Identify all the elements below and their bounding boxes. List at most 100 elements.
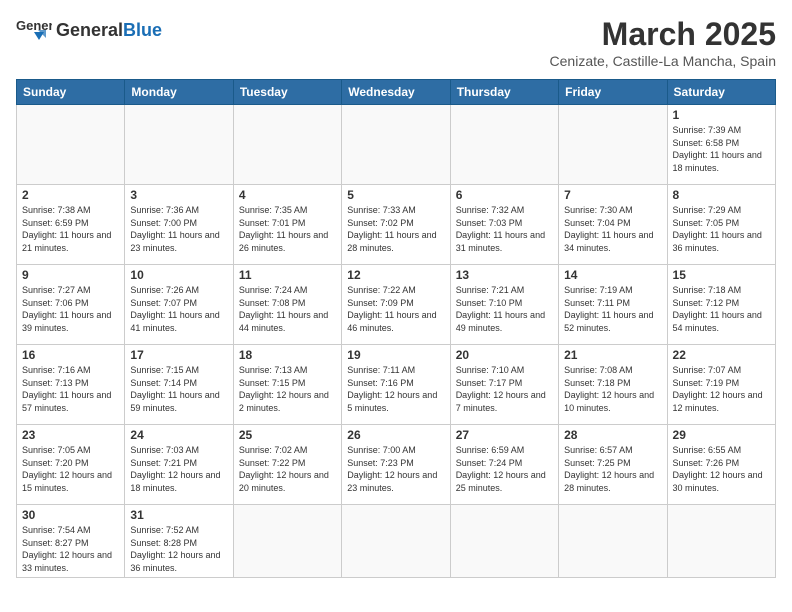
day-number: 6	[456, 188, 553, 202]
day-number: 17	[130, 348, 227, 362]
table-row	[559, 105, 667, 185]
table-row	[233, 505, 341, 578]
day-info: Sunrise: 7:32 AM Sunset: 7:03 PM Dayligh…	[456, 204, 553, 254]
svg-text:General: General	[16, 18, 52, 33]
day-info: Sunrise: 7:19 AM Sunset: 7:11 PM Dayligh…	[564, 284, 661, 334]
table-row	[342, 105, 450, 185]
table-row: 29 Sunrise: 6:55 AM Sunset: 7:26 PM Dayli…	[667, 425, 775, 505]
day-number: 12	[347, 268, 444, 282]
header-wednesday: Wednesday	[342, 80, 450, 105]
day-number: 3	[130, 188, 227, 202]
day-number: 5	[347, 188, 444, 202]
table-row: 26Sunrise: 7:00 AM Sunset: 7:23 PM Dayli…	[342, 425, 450, 505]
day-number: 2	[22, 188, 119, 202]
table-row: 17 Sunrise: 7:15 AM Sunset: 7:14 PM Dayli…	[125, 345, 233, 425]
table-row: 19 Sunrise: 7:11 AM Sunset: 7:16 PM Dayli…	[342, 345, 450, 425]
table-row	[450, 105, 558, 185]
day-info: Sunrise: 7:27 AM Sunset: 7:06 PM Dayligh…	[22, 284, 119, 334]
calendar-header-row: Sunday Monday Tuesday Wednesday Thursday…	[17, 80, 776, 105]
day-info: Sunrise: 7:03 AM Sunset: 7:21 PM Dayligh…	[130, 444, 227, 494]
table-row: 18Sunrise: 7:13 AM Sunset: 7:15 PM Dayli…	[233, 345, 341, 425]
day-info: Sunrise: 7:39 AM Sunset: 6:58 PM Dayligh…	[673, 124, 770, 174]
day-info: Sunrise: 6:59 AM Sunset: 7:24 PM Dayligh…	[456, 444, 553, 494]
table-row: 27Sunrise: 6:59 AM Sunset: 7:24 PM Dayli…	[450, 425, 558, 505]
table-row: 14 Sunrise: 7:19 AM Sunset: 7:11 PM Dayli…	[559, 265, 667, 345]
table-row: 25 Sunrise: 7:02 AM Sunset: 7:22 PM Dayli…	[233, 425, 341, 505]
day-number: 29	[673, 428, 770, 442]
table-row: 16Sunrise: 7:16 AM Sunset: 7:13 PM Dayli…	[17, 345, 125, 425]
table-row: 3 Sunrise: 7:36 AM Sunset: 7:00 PM Daylig…	[125, 185, 233, 265]
day-number: 10	[130, 268, 227, 282]
day-number: 30	[22, 508, 119, 522]
table-row	[233, 105, 341, 185]
day-number: 25	[239, 428, 336, 442]
day-info: Sunrise: 7:38 AM Sunset: 6:59 PM Dayligh…	[22, 204, 119, 254]
table-row: 2 Sunrise: 7:38 AM Sunset: 6:59 PM Daylig…	[17, 185, 125, 265]
day-number: 21	[564, 348, 661, 362]
day-info: Sunrise: 7:10 AM Sunset: 7:17 PM Dayligh…	[456, 364, 553, 414]
day-number: 20	[456, 348, 553, 362]
title-section: March 2025 Cenizate, Castille-La Mancha,…	[550, 16, 776, 69]
day-info: Sunrise: 6:57 AM Sunset: 7:25 PM Dayligh…	[564, 444, 661, 494]
header-thursday: Thursday	[450, 80, 558, 105]
day-info: Sunrise: 7:15 AM Sunset: 7:14 PM Dayligh…	[130, 364, 227, 414]
day-number: 15	[673, 268, 770, 282]
table-row: 9 Sunrise: 7:27 AM Sunset: 7:06 PM Daylig…	[17, 265, 125, 345]
day-info: Sunrise: 7:07 AM Sunset: 7:19 PM Dayligh…	[673, 364, 770, 414]
day-info: Sunrise: 6:55 AM Sunset: 7:26 PM Dayligh…	[673, 444, 770, 494]
table-row: 12 Sunrise: 7:22 AM Sunset: 7:09 PM Dayli…	[342, 265, 450, 345]
day-info: Sunrise: 7:16 AM Sunset: 7:13 PM Dayligh…	[22, 364, 119, 414]
day-info: Sunrise: 7:33 AM Sunset: 7:02 PM Dayligh…	[347, 204, 444, 254]
day-number: 24	[130, 428, 227, 442]
day-info: Sunrise: 7:36 AM Sunset: 7:00 PM Dayligh…	[130, 204, 227, 254]
day-number: 31	[130, 508, 227, 522]
day-info: Sunrise: 7:22 AM Sunset: 7:09 PM Dayligh…	[347, 284, 444, 334]
day-number: 1	[673, 108, 770, 122]
day-number: 7	[564, 188, 661, 202]
day-info: Sunrise: 7:08 AM Sunset: 7:18 PM Dayligh…	[564, 364, 661, 414]
calendar-table: Sunday Monday Tuesday Wednesday Thursday…	[16, 79, 776, 578]
table-row	[667, 505, 775, 578]
day-info: Sunrise: 7:21 AM Sunset: 7:10 PM Dayligh…	[456, 284, 553, 334]
day-info: Sunrise: 7:11 AM Sunset: 7:16 PM Dayligh…	[347, 364, 444, 414]
table-row: 10 Sunrise: 7:26 AM Sunset: 7:07 PM Dayli…	[125, 265, 233, 345]
day-info: Sunrise: 7:05 AM Sunset: 7:20 PM Dayligh…	[22, 444, 119, 494]
table-row: 24 Sunrise: 7:03 AM Sunset: 7:21 PM Dayli…	[125, 425, 233, 505]
day-number: 22	[673, 348, 770, 362]
day-info: Sunrise: 7:30 AM Sunset: 7:04 PM Dayligh…	[564, 204, 661, 254]
day-info: Sunrise: 7:26 AM Sunset: 7:07 PM Dayligh…	[130, 284, 227, 334]
header-monday: Monday	[125, 80, 233, 105]
table-row: 31Sunrise: 7:52 AM Sunset: 8:28 PM Dayli…	[125, 505, 233, 578]
day-number: 11	[239, 268, 336, 282]
day-number: 9	[22, 268, 119, 282]
table-row	[559, 505, 667, 578]
table-row: 21 Sunrise: 7:08 AM Sunset: 7:18 PM Dayli…	[559, 345, 667, 425]
day-number: 8	[673, 188, 770, 202]
day-number: 13	[456, 268, 553, 282]
day-info: Sunrise: 7:54 AM Sunset: 8:27 PM Dayligh…	[22, 524, 119, 574]
table-row	[450, 505, 558, 578]
table-row: 28Sunrise: 6:57 AM Sunset: 7:25 PM Dayli…	[559, 425, 667, 505]
table-row	[342, 505, 450, 578]
logo-text-blue: Blue	[123, 20, 162, 40]
logo-text-general: General	[56, 20, 123, 40]
day-number: 19	[347, 348, 444, 362]
header-saturday: Saturday	[667, 80, 775, 105]
day-info: Sunrise: 7:18 AM Sunset: 7:12 PM Dayligh…	[673, 284, 770, 334]
day-number: 4	[239, 188, 336, 202]
day-info: Sunrise: 7:24 AM Sunset: 7:08 PM Dayligh…	[239, 284, 336, 334]
day-info: Sunrise: 7:00 AM Sunset: 7:23 PM Dayligh…	[347, 444, 444, 494]
table-row: 5 Sunrise: 7:33 AM Sunset: 7:02 PM Daylig…	[342, 185, 450, 265]
table-row: 22 Sunrise: 7:07 AM Sunset: 7:19 PM Dayli…	[667, 345, 775, 425]
generalblue-logo-icon: General	[16, 16, 52, 44]
day-info: Sunrise: 7:02 AM Sunset: 7:22 PM Dayligh…	[239, 444, 336, 494]
table-row	[125, 105, 233, 185]
header-friday: Friday	[559, 80, 667, 105]
location-subtitle: Cenizate, Castille-La Mancha, Spain	[550, 53, 776, 69]
table-row: 15 Sunrise: 7:18 AM Sunset: 7:12 PM Dayli…	[667, 265, 775, 345]
table-row: 7 Sunrise: 7:30 AM Sunset: 7:04 PM Daylig…	[559, 185, 667, 265]
day-number: 14	[564, 268, 661, 282]
month-title: March 2025	[550, 16, 776, 53]
logo: General GeneralBlue	[16, 16, 162, 44]
table-row	[17, 105, 125, 185]
